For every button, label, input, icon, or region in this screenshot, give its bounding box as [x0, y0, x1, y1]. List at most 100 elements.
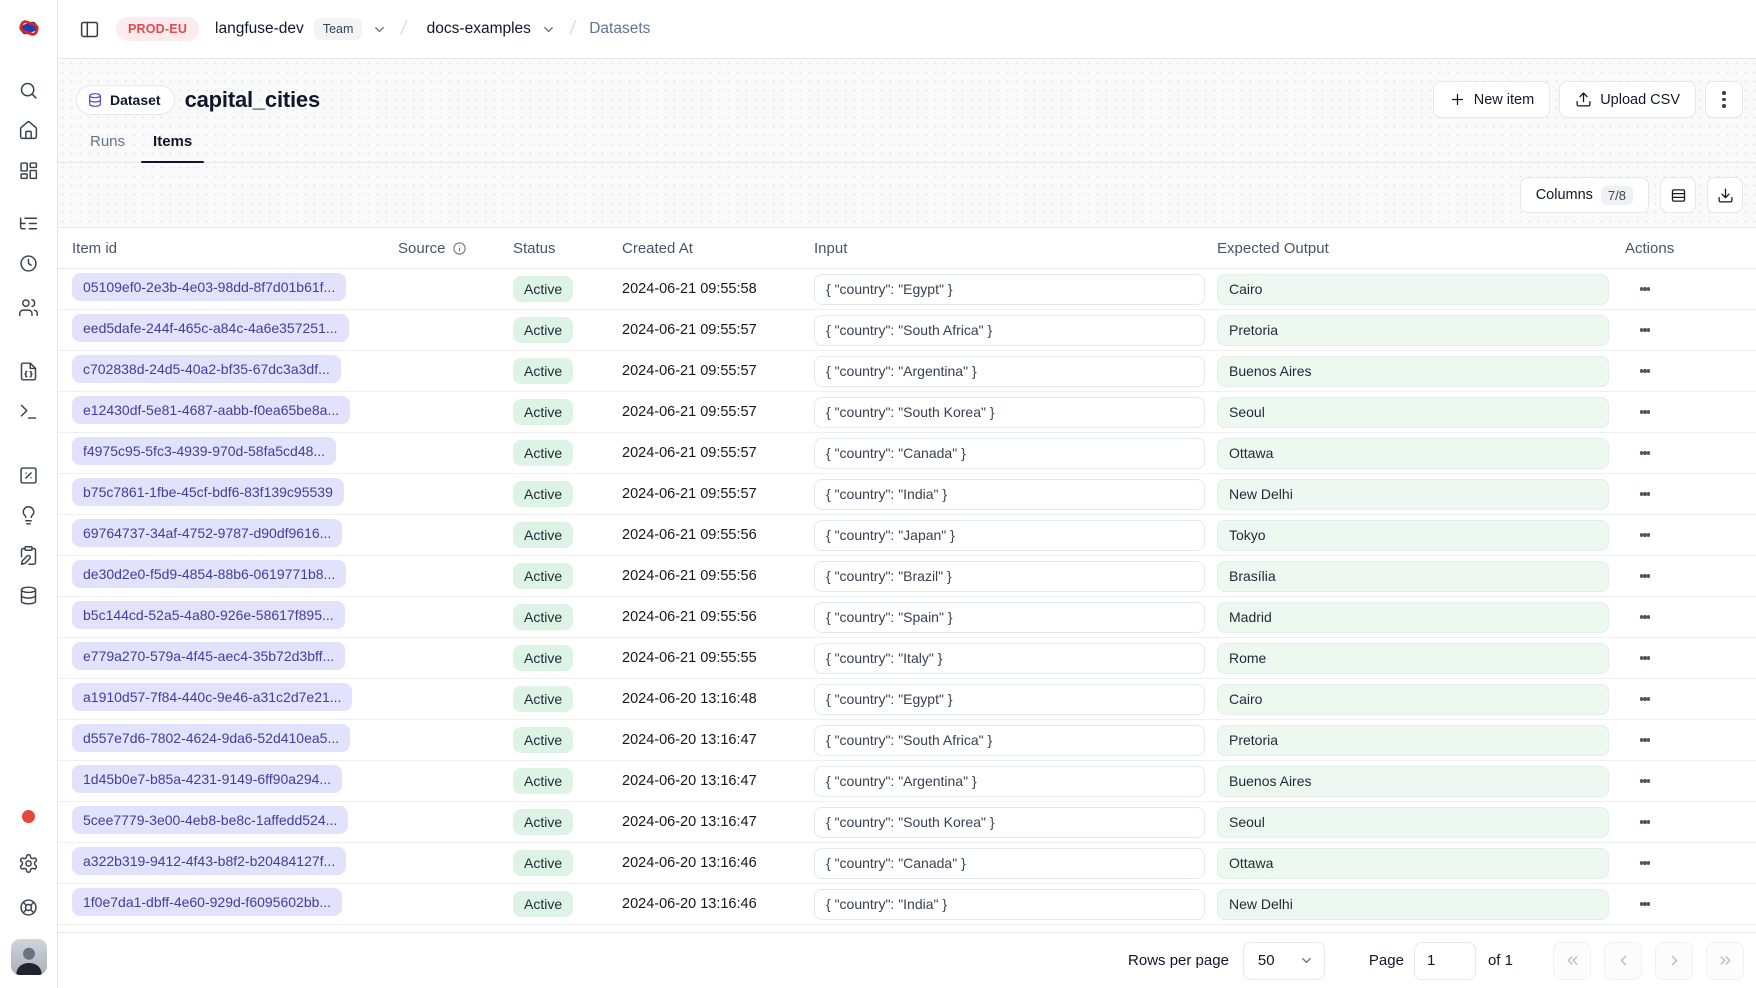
- row-actions-menu-button[interactable]: [1629, 642, 1661, 674]
- tab-runs[interactable]: Runs: [78, 133, 137, 162]
- item-id-badge[interactable]: b75c7861-1fbe-45cf-bdf6-83f139c95539: [72, 478, 344, 506]
- table-row[interactable]: e12430df-5e81-4687-aabb-f0ea65be8a...Act…: [58, 392, 1756, 433]
- user-avatar[interactable]: [11, 939, 47, 975]
- first-page-button[interactable]: [1553, 942, 1591, 980]
- item-id-badge[interactable]: de30d2e0-f5d9-4854-88b6-0619771b8...: [72, 560, 346, 588]
- table-row[interactable]: e779a270-579a-4f45-aec4-35b72d3bff...Act…: [58, 638, 1756, 679]
- new-item-button[interactable]: New item: [1433, 81, 1550, 118]
- table-row[interactable]: 5cee7779-3e00-4eb8-be8c-1affedd524... Act…: [58, 802, 1756, 843]
- table-row[interactable]: d557e7d6-7802-4624-9da6-52d410ea5...Acti…: [58, 720, 1756, 761]
- status-badge: Active: [513, 440, 573, 466]
- item-id-badge[interactable]: 5cee7779-3e00-4eb8-be8c-1affedd524...: [72, 806, 348, 834]
- langfuse-logo-icon: [13, 12, 45, 44]
- prompts-file-icon[interactable]: [0, 351, 58, 391]
- row-actions-menu-button[interactable]: [1629, 847, 1661, 879]
- home-icon[interactable]: [0, 110, 58, 150]
- item-id-badge[interactable]: 69764737-34af-4752-9787-d90df9616...: [72, 519, 342, 547]
- row-actions-menu-button[interactable]: [1629, 437, 1661, 469]
- table-row[interactable]: a322b319-9412-4f43-b8f2-b20484127f...Act…: [58, 843, 1756, 884]
- rows-per-page-label: Rows per page: [1128, 952, 1229, 969]
- input-cell: { "country": "Spain" }: [814, 602, 1205, 633]
- table-row[interactable]: eed5dafe-244f-465c-a84c-4a6e357251...Act…: [58, 310, 1756, 351]
- input-cell: { "country": "Argentina" }: [814, 356, 1205, 387]
- item-id-badge[interactable]: a322b319-9412-4f43-b8f2-b20484127f...: [72, 847, 346, 875]
- datasets-database-icon[interactable]: [0, 575, 58, 615]
- row-actions-menu-button[interactable]: [1629, 765, 1661, 797]
- table-row[interactable]: 69764737-34af-4752-9787-d90df9616...Acti…: [58, 515, 1756, 556]
- row-actions-menu-button[interactable]: [1629, 355, 1661, 387]
- row-actions-menu-button[interactable]: [1629, 601, 1661, 633]
- settings-gear-icon[interactable]: [0, 843, 58, 883]
- upload-csv-button[interactable]: Upload CSV: [1559, 81, 1696, 118]
- table-row[interactable]: 1d45b0e7-b85a-4231-9149-6ff90a294...Acti…: [58, 761, 1756, 802]
- item-id-badge[interactable]: 05109ef0-2e3b-4e03-98dd-8f7d01b61f...: [72, 273, 346, 301]
- row-actions-menu-button[interactable]: [1629, 396, 1661, 428]
- rows-per-page-select[interactable]: 50: [1243, 942, 1325, 980]
- row-actions-menu-button[interactable]: [1629, 724, 1661, 756]
- page-number-input[interactable]: [1414, 942, 1476, 980]
- expected-output-cell: Brasília: [1217, 561, 1609, 592]
- status-badge: Active: [513, 481, 573, 507]
- next-page-button[interactable]: [1655, 942, 1693, 980]
- columns-button[interactable]: Columns 7/8: [1520, 177, 1649, 213]
- table-row[interactable]: f4975c95-5fc3-4939-970d-58fa5cd48... Acti…: [58, 433, 1756, 474]
- tab-items[interactable]: Items: [141, 133, 204, 162]
- expected-output-cell: Cairo: [1217, 274, 1609, 305]
- dashboards-icon[interactable]: [0, 150, 58, 190]
- table-row[interactable]: de30d2e0-f5d9-4854-88b6-0619771b8...Acti…: [58, 556, 1756, 597]
- search-icon[interactable]: [0, 70, 58, 110]
- table-row[interactable]: 05109ef0-2e3b-4e03-98dd-8f7d01b61f...Act…: [58, 269, 1756, 310]
- table-row[interactable]: 1f0e7da1-dbff-4e60-929d-f6095602bb...Act…: [58, 884, 1756, 925]
- project-chevron-down-icon[interactable]: [541, 22, 556, 37]
- input-cell: { "country": "India" }: [814, 479, 1205, 510]
- project-name[interactable]: docs-examples: [427, 20, 531, 38]
- item-id-badge[interactable]: e12430df-5e81-4687-aabb-f0ea65be8a...: [72, 396, 350, 424]
- playground-terminal-icon[interactable]: [0, 391, 58, 431]
- tracing-icon[interactable]: [0, 203, 58, 243]
- chevron-down-icon: [1299, 953, 1314, 968]
- item-id-badge[interactable]: 1d45b0e7-b85a-4231-9149-6ff90a294...: [72, 765, 342, 793]
- users-icon[interactable]: [0, 287, 58, 327]
- item-id-badge[interactable]: c702838d-24d5-40a2-bf35-67dc3a3df...: [72, 355, 341, 383]
- table-row[interactable]: a1910d57-7f84-440c-9e46-a31c2d7e21...Act…: [58, 679, 1756, 720]
- sessions-clock-icon[interactable]: [0, 243, 58, 283]
- expected-output-cell: Rome: [1217, 643, 1609, 674]
- breadcrumb-separator: /: [568, 18, 576, 40]
- row-height-button[interactable]: [1660, 177, 1696, 213]
- row-actions-menu-button[interactable]: [1629, 560, 1661, 592]
- row-actions-menu-button[interactable]: [1629, 806, 1661, 838]
- org-name[interactable]: langfuse-dev: [215, 20, 304, 38]
- item-id-badge[interactable]: eed5dafe-244f-465c-a84c-4a6e357251...: [72, 314, 349, 342]
- row-actions-menu-button[interactable]: [1629, 314, 1661, 346]
- item-id-badge[interactable]: b5c144cd-52a5-4a80-926e-58617f895...: [72, 601, 345, 629]
- status-badge: Active: [513, 809, 573, 835]
- sidebar-toggle-icon[interactable]: [74, 14, 104, 44]
- row-actions-menu-button[interactable]: [1629, 683, 1661, 715]
- table-row[interactable]: b75c7861-1fbe-45cf-bdf6-83f139c95539 Acti…: [58, 474, 1756, 515]
- org-chevron-down-icon[interactable]: [372, 22, 387, 37]
- plus-icon: [1449, 91, 1466, 108]
- item-id-badge[interactable]: a1910d57-7f84-440c-9e46-a31c2d7e21...: [72, 683, 352, 711]
- export-button[interactable]: [1707, 177, 1743, 213]
- last-page-button[interactable]: [1706, 942, 1744, 980]
- annotation-clipboard-icon[interactable]: [0, 535, 58, 575]
- more-actions-button[interactable]: [1705, 81, 1743, 118]
- row-actions-menu-button[interactable]: [1629, 519, 1661, 551]
- row-actions-menu-button[interactable]: [1629, 273, 1661, 305]
- evaluation-percent-icon[interactable]: [0, 455, 58, 495]
- item-id-badge[interactable]: d557e7d6-7802-4624-9da6-52d410ea5...: [72, 724, 350, 752]
- input-cell: { "country": "Egypt" }: [814, 274, 1205, 305]
- insights-lightbulb-icon[interactable]: [0, 495, 58, 535]
- header-source: Source: [398, 240, 513, 257]
- item-id-badge[interactable]: e779a270-579a-4f45-aec4-35b72d3bff...: [72, 642, 345, 670]
- support-lifebuoy-icon[interactable]: [0, 887, 58, 927]
- row-actions-menu-button[interactable]: [1629, 888, 1661, 920]
- previous-page-button[interactable]: [1604, 942, 1642, 980]
- input-cell: { "country": "Canada" }: [814, 848, 1205, 879]
- table-row[interactable]: c702838d-24d5-40a2-bf35-67dc3a3df...Acti…: [58, 351, 1756, 392]
- item-id-badge[interactable]: f4975c95-5fc3-4939-970d-58fa5cd48...: [72, 437, 336, 465]
- item-id-badge[interactable]: 1f0e7da1-dbff-4e60-929d-f6095602bb...: [72, 888, 342, 916]
- row-actions-menu-button[interactable]: [1629, 478, 1661, 510]
- table-row[interactable]: b5c144cd-52a5-4a80-926e-58617f895...Acti…: [58, 597, 1756, 638]
- rows-icon: [1670, 187, 1687, 204]
